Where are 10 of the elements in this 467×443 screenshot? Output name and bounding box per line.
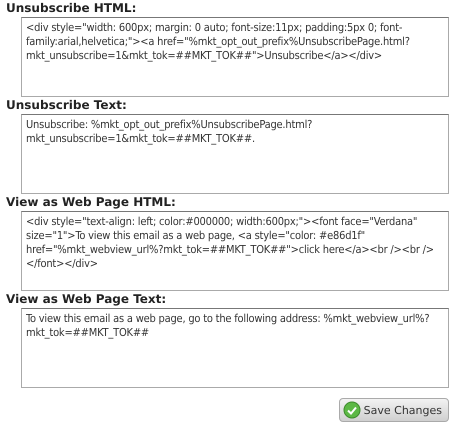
text-area[interactable]: Unsubscribe: %mkt_opt_out_prefix%UnsubscribePage.html?mkt_unsubscribe=1&mkt_tok=##MKT_TOK##. [21,114,449,194]
text-area[interactable]: <div style="text-align: left; color:#000000; width:600px;"><font face="Verdana" size="1">To view this email as a web page, <a style="color: #e86d1f" href="%mkt_webview_url%?mkt_tok=##MKT_TOK##">click here</a><br /><br /></font></div> [21,211,449,291]
field-label: View as Web Page HTML: [6,195,176,210]
field-label: Unsubscribe Text: [6,98,127,113]
check-icon [342,401,361,419]
field-label: Unsubscribe HTML: [6,1,136,16]
text-area[interactable]: <div style="width: 600px; margin: 0 auto; font-size:11px; padding:5px 0; font-family:arial,helvetica;"><a href="%mkt_opt_out_prefix%UnsubscribePage.html?mkt_unsubscribe=1&mkt_tok=##MKT_TOK##">Unsubscribe</a></div> [21,17,449,97]
text-area[interactable]: To view this email as a web page, go to the following address: %mkt_webview_url%?mkt_tok=##MKT_TOK## [21,308,449,388]
save-button[interactable]: Save Changes [338,398,449,422]
field-label: View as Web Page Text: [6,292,166,307]
